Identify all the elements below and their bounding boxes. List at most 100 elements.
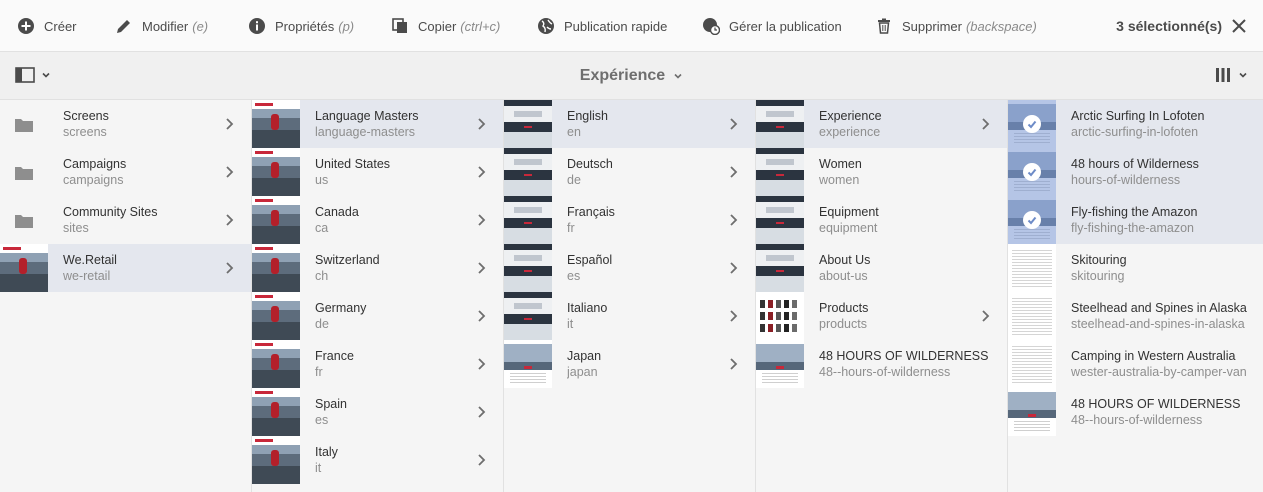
copy-label: Copier — [418, 18, 457, 34]
chevron-right-icon[interactable] — [725, 165, 741, 179]
list-item[interactable]: 48 hours of Wilderness hours-of-wildernes… — [1008, 148, 1263, 196]
list-item[interactable]: Arctic Surfing In Lofoten arctic-surfing-… — [1008, 100, 1263, 148]
list-item[interactable]: Language Masters language-masters — [252, 100, 503, 148]
page-thumbnail — [1008, 196, 1056, 244]
list-item[interactable]: Experience experience — [756, 100, 1007, 148]
chevron-right-icon[interactable] — [221, 213, 237, 227]
item-title: English — [567, 109, 608, 123]
chevron-right-icon[interactable] — [473, 213, 489, 227]
page-thumbnail — [252, 148, 300, 196]
chevron-right-icon[interactable] — [725, 117, 741, 131]
list-item[interactable]: Japan japan — [504, 340, 755, 388]
list-item[interactable]: Community Sites sites — [0, 196, 251, 244]
item-name: it — [315, 461, 322, 475]
list-item[interactable]: Steelhead and Spines in Alaska steelhead-… — [1008, 292, 1263, 340]
chevron-right-icon[interactable] — [725, 261, 741, 275]
item-title: Japan — [567, 349, 602, 363]
item-title: Campaigns — [63, 157, 127, 171]
trash-icon — [874, 16, 894, 36]
delete-button[interactable]: Supprimer (backspace) — [874, 0, 1037, 52]
chevron-down-icon[interactable] — [673, 71, 683, 81]
list-item[interactable]: Switzerland ch — [252, 244, 503, 292]
chevron-right-icon[interactable] — [473, 453, 489, 467]
create-button[interactable]: Créer — [16, 0, 77, 52]
modify-button[interactable]: Modifier (e) — [114, 0, 208, 52]
list-item[interactable]: Deutsch de — [504, 148, 755, 196]
chevron-right-icon[interactable] — [473, 357, 489, 371]
item-title: About Us — [819, 253, 871, 267]
column-5: Arctic Surfing In Lofoten arctic-surfing-… — [1008, 100, 1263, 492]
list-item[interactable]: Spain es — [252, 388, 503, 436]
chevron-right-icon[interactable] — [473, 309, 489, 323]
copy-button[interactable]: Copier (ctrl+c) — [390, 0, 500, 52]
checkmark-icon[interactable] — [1023, 211, 1041, 229]
chevron-right-icon[interactable] — [725, 213, 741, 227]
item-name: campaigns — [63, 173, 124, 187]
list-item[interactable]: 48 HOURS OF WILDERNESS 48--hours-of-wilde… — [756, 340, 1007, 388]
item-name: de — [315, 317, 329, 331]
chevron-right-icon[interactable] — [221, 261, 237, 275]
item-title: Español — [567, 253, 613, 267]
list-item[interactable]: Women women — [756, 148, 1007, 196]
list-item[interactable]: Products products — [756, 292, 1007, 340]
chevron-right-icon[interactable] — [473, 261, 489, 275]
chevron-right-icon[interactable] — [725, 357, 741, 371]
list-item[interactable]: Italiano it — [504, 292, 755, 340]
list-item[interactable]: Camping in Western Australia wester-austr… — [1008, 340, 1263, 388]
checkmark-icon[interactable] — [1023, 115, 1041, 133]
chevron-right-icon[interactable] — [977, 117, 993, 131]
list-item[interactable]: Campaigns campaigns — [0, 148, 251, 196]
list-item[interactable]: 48 HOURS OF WILDERNESS 48--hours-of-wilde… — [1008, 388, 1263, 436]
properties-button[interactable]: Propriétés (p) — [247, 0, 354, 52]
chevron-right-icon[interactable] — [473, 165, 489, 179]
chevron-right-icon[interactable] — [473, 117, 489, 131]
copy-shortcut: (ctrl+c) — [460, 18, 501, 34]
item-title: 48 HOURS OF WILDERNESS — [1071, 397, 1241, 411]
list-item[interactable]: Italy it — [252, 436, 503, 484]
item-title: United States — [315, 157, 391, 171]
rail-icon — [15, 67, 35, 83]
item-title: Switzerland — [315, 253, 380, 267]
breadcrumb: Expérience — [0, 52, 1263, 100]
list-item[interactable]: Fly-fishing the Amazon fly-fishing-the-am… — [1008, 196, 1263, 244]
page-title[interactable]: Expérience — [580, 67, 665, 85]
list-item[interactable]: About Us about-us — [756, 244, 1007, 292]
manage-publication-button[interactable]: Gérer la publication — [701, 0, 842, 52]
item-title: Skitouring — [1071, 253, 1127, 267]
column-2: Language Masters language-masters United S… — [252, 100, 504, 492]
list-item[interactable]: Canada ca — [252, 196, 503, 244]
list-item[interactable]: We.Retail we-retail — [0, 244, 251, 292]
chevron-right-icon[interactable] — [221, 117, 237, 131]
chevron-right-icon[interactable] — [221, 165, 237, 179]
item-title: We.Retail — [63, 253, 117, 267]
quick-publish-button[interactable]: Publication rapide — [536, 0, 667, 52]
page-thumbnail — [1008, 340, 1056, 388]
page-thumbnail — [1008, 244, 1056, 292]
chevron-right-icon[interactable] — [977, 309, 993, 323]
list-item[interactable]: Español es — [504, 244, 755, 292]
list-item[interactable]: France fr — [252, 340, 503, 388]
rail-toggle-button[interactable] — [15, 66, 51, 84]
chevron-right-icon[interactable] — [473, 405, 489, 419]
column-view: Screens screens Campaigns campaigns Communit… — [0, 100, 1263, 492]
list-item[interactable]: Skitouring skitouring — [1008, 244, 1263, 292]
item-name: en — [567, 125, 581, 139]
item-name: fly-fishing-the-amazon — [1071, 221, 1194, 235]
list-item[interactable]: Equipment equipment — [756, 196, 1007, 244]
page-thumbnail — [504, 292, 552, 340]
list-item[interactable]: Français fr — [504, 196, 755, 244]
checkmark-icon[interactable] — [1023, 163, 1041, 181]
chevron-right-icon[interactable] — [725, 309, 741, 323]
list-item[interactable]: Screens screens — [0, 100, 251, 148]
create-label: Créer — [44, 18, 77, 34]
list-item[interactable]: United States us — [252, 148, 503, 196]
item-title: Spain — [315, 397, 347, 411]
list-item[interactable]: English en — [504, 100, 755, 148]
view-switcher-button[interactable] — [1214, 66, 1248, 84]
close-selection-button[interactable] — [1229, 16, 1249, 36]
copy-icon — [390, 16, 410, 36]
item-title: Language Masters — [315, 109, 419, 123]
page-thumbnail — [504, 196, 552, 244]
list-item[interactable]: Germany de — [252, 292, 503, 340]
item-title: Women — [819, 157, 862, 171]
